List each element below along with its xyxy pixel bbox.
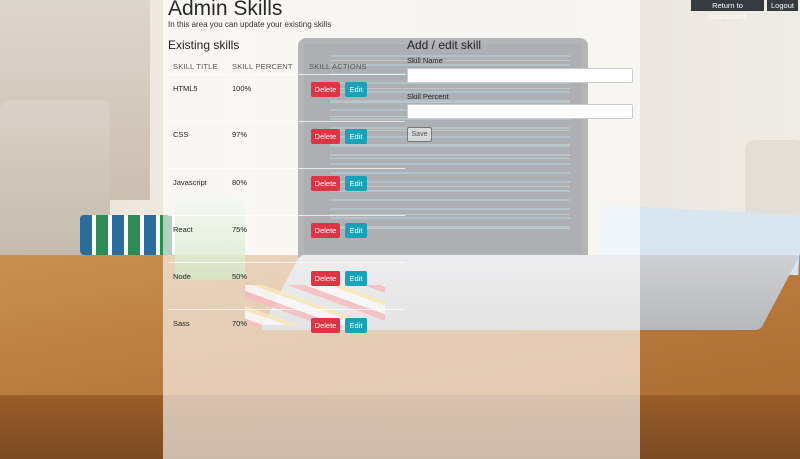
skill-name-input[interactable] xyxy=(407,68,633,83)
skill-percent-label: Skill Percent xyxy=(407,92,449,101)
delete-button[interactable]: Delete xyxy=(311,176,340,191)
return-to-dashboard-button[interactable]: Return to Dashboard xyxy=(691,0,764,21)
row-divider xyxy=(168,121,405,122)
skill-percent-cell: 50% xyxy=(232,272,248,281)
paint-bottles xyxy=(80,215,175,255)
page-subtitle: In this area you can update your existin… xyxy=(168,20,332,29)
column-header-title: SKILL TITLE xyxy=(173,62,218,71)
skill-title-cell: Javascript xyxy=(173,178,207,187)
edit-button[interactable]: Edit xyxy=(345,318,367,333)
table-divider xyxy=(168,74,405,75)
skill-title-cell: CSS xyxy=(173,130,189,139)
delete-button[interactable]: Delete xyxy=(311,271,340,286)
add-edit-skill-heading: Add / edit skill xyxy=(407,38,482,52)
skill-percent-input[interactable] xyxy=(407,104,633,119)
skill-percent-cell: 97% xyxy=(232,130,248,139)
page-title: Admin Skills xyxy=(168,0,283,20)
skill-percent-cell: 80% xyxy=(232,178,248,187)
skill-percent-cell: 75% xyxy=(232,225,248,234)
save-button[interactable]: Save xyxy=(407,127,432,142)
row-divider xyxy=(168,215,405,216)
column-header-percent: SKILL PERCENT xyxy=(232,62,293,71)
existing-skills-heading: Existing skills xyxy=(168,38,240,52)
edit-button[interactable]: Edit xyxy=(345,82,367,97)
edit-button[interactable]: Edit xyxy=(345,129,367,144)
skill-percent-cell: 100% xyxy=(232,84,252,93)
skill-title-cell: Node xyxy=(173,272,191,281)
delete-button[interactable]: Delete xyxy=(311,82,340,97)
row-divider xyxy=(168,168,405,169)
skill-percent-cell: 70% xyxy=(232,319,248,328)
row-divider xyxy=(168,262,405,263)
logout-button[interactable]: Logout xyxy=(767,0,798,11)
edit-button[interactable]: Edit xyxy=(345,223,367,238)
edit-button[interactable]: Edit xyxy=(345,271,367,286)
skill-title-cell: HTML5 xyxy=(173,84,198,93)
delete-button[interactable]: Delete xyxy=(311,223,340,238)
delete-button[interactable]: Delete xyxy=(311,129,340,144)
delete-button[interactable]: Delete xyxy=(311,318,340,333)
skill-title-cell: React xyxy=(173,225,193,234)
row-divider xyxy=(168,309,405,310)
edit-button[interactable]: Edit xyxy=(345,176,367,191)
skill-title-cell: Sass xyxy=(173,319,190,328)
skill-name-label: Skill Name xyxy=(407,56,443,65)
column-header-actions: SKILL ACTIONS xyxy=(309,62,367,71)
